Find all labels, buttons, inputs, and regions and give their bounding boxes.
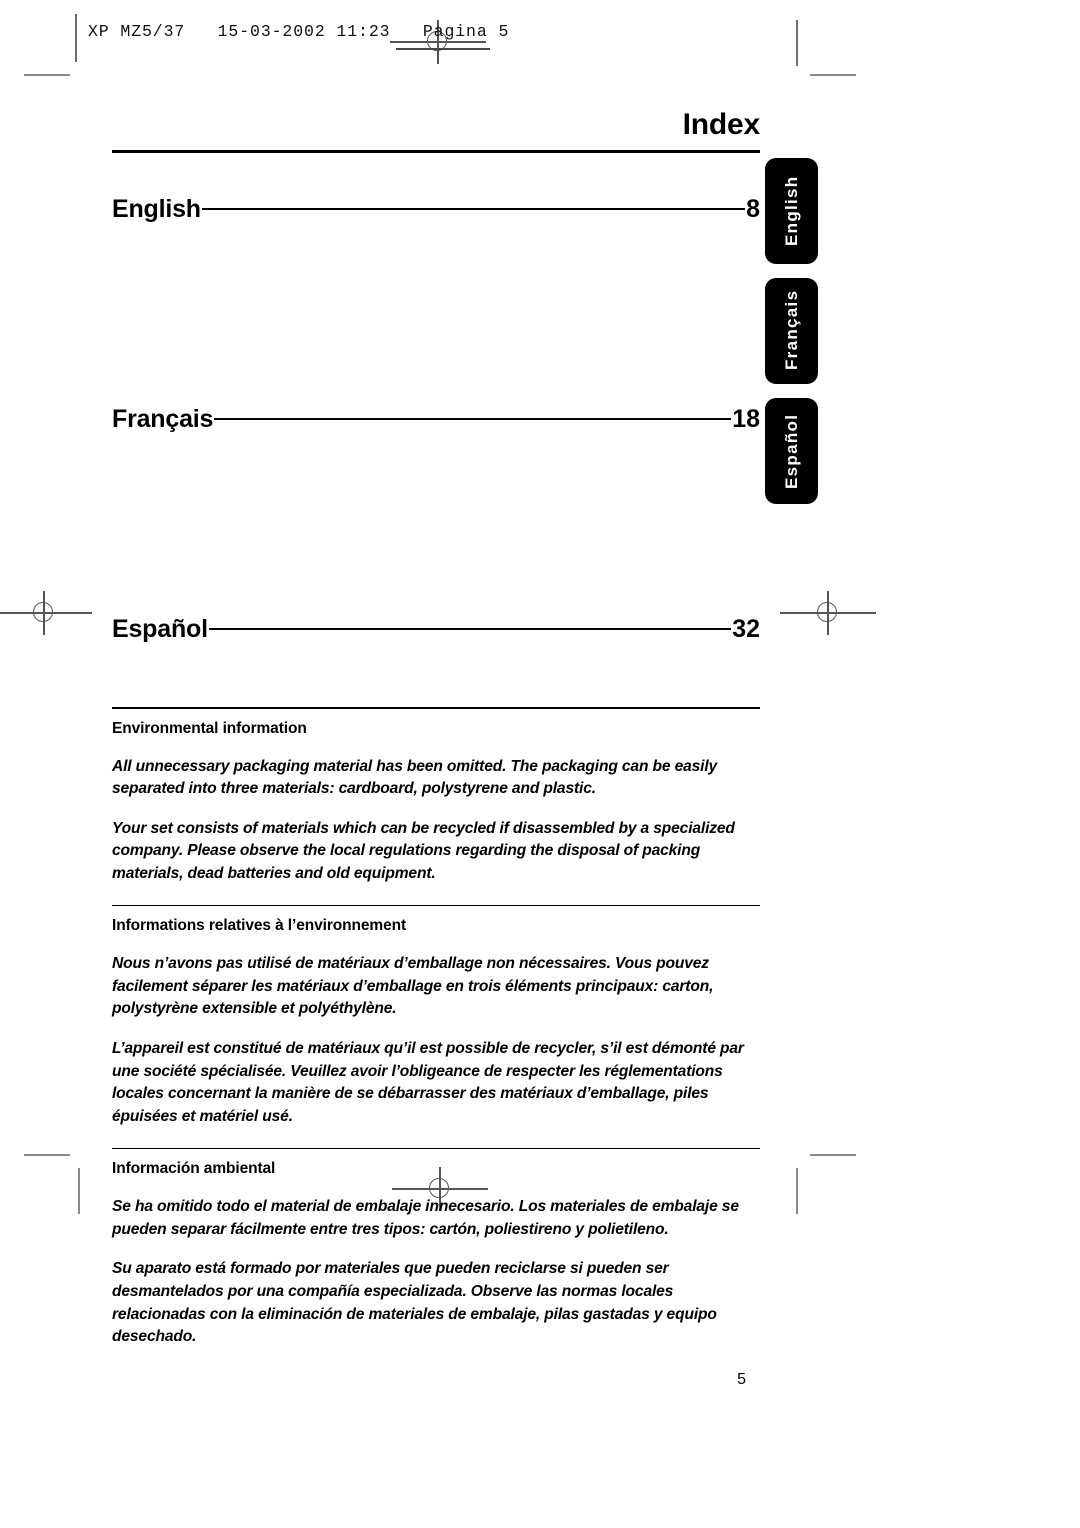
- toc-leader-line: [201, 208, 746, 210]
- section-divider: [112, 1147, 760, 1150]
- toc-spacer: [112, 287, 760, 405]
- toc-entry-francais[interactable]: Français 18: [112, 405, 760, 497]
- section-divider: [112, 904, 760, 907]
- toc-entry-espanol[interactable]: Español 32: [112, 615, 760, 707]
- toc-label-english: English: [112, 195, 201, 223]
- section-paragraph: Nous n’avons pas utilisé de matériaux d’…: [112, 955, 714, 1018]
- section-heading: Informations relatives à l’environnement: [112, 917, 407, 935]
- toc-spacer: [112, 497, 760, 615]
- side-tab-label-espanol: Español: [782, 413, 801, 489]
- section-informacion-ambiental: Información ambiental Se ha omitido todo…: [112, 1147, 760, 1349]
- crop-mark-bottom-left-horizontal: [24, 1154, 70, 1156]
- crop-mark-top-right-horizontal: [810, 74, 856, 76]
- section-paragraph: All unnecessary packaging material has b…: [112, 757, 718, 798]
- section-paragraph: Se ha omitido todo el material de embala…: [112, 1198, 739, 1238]
- page-number: 5: [737, 1370, 746, 1388]
- section-heading: Información ambiental: [112, 1160, 276, 1178]
- section-paragraph: L’appareil est constitué de matériaux qu…: [112, 1040, 744, 1125]
- title-divider: [112, 150, 760, 153]
- print-slug-text: XP MZ5/37 15-03-2002 11:23 Pagina 5: [88, 22, 510, 41]
- crop-mark-bottom-left-vertical: [78, 1168, 80, 1214]
- section-informations-environnement: Informations relatives à l’environnement…: [112, 904, 760, 1129]
- side-tab-francais[interactable]: Français: [765, 278, 818, 384]
- crop-mark-top-left-vertical: [796, 20, 798, 66]
- side-tab-label-english: English: [782, 175, 801, 247]
- toc-label-espanol: Español: [112, 615, 208, 643]
- side-tab-english[interactable]: English: [765, 158, 818, 264]
- section-heading: Environmental information: [112, 719, 307, 737]
- slug-rule-tail: [452, 48, 490, 50]
- toc-page-francais: 18: [732, 405, 760, 433]
- section-paragraph: Su aparato está formado por materiales q…: [112, 1260, 717, 1346]
- side-tab-label-francais: Français: [782, 289, 801, 370]
- toc-leader-line: [214, 418, 732, 420]
- page-content: Index English 8 Français 18 Español 32 E…: [112, 110, 760, 1389]
- slug-divider: [75, 14, 77, 62]
- toc-leader-line: [208, 628, 732, 630]
- section-paragraph: Your set consists of materials which can…: [112, 819, 735, 883]
- side-tab-espanol[interactable]: Español: [765, 398, 818, 504]
- crop-mark-bottom-right-horizontal: [810, 1154, 856, 1156]
- crop-mark-top-left-horizontal: [24, 74, 70, 76]
- section-divider: [112, 707, 760, 709]
- toc-page-espanol: 32: [732, 615, 760, 643]
- registration-mark-left: [0, 591, 92, 635]
- page-title: Index: [682, 108, 761, 141]
- toc-entry-english[interactable]: English 8: [112, 195, 760, 287]
- toc-label-francais: Français: [112, 405, 214, 433]
- toc-page-english: 8: [746, 195, 760, 223]
- section-environmental-information: Environmental information All unnecessar…: [112, 707, 760, 886]
- crop-mark-bottom-right-vertical: [796, 1168, 798, 1214]
- registration-mark-right: [780, 591, 876, 635]
